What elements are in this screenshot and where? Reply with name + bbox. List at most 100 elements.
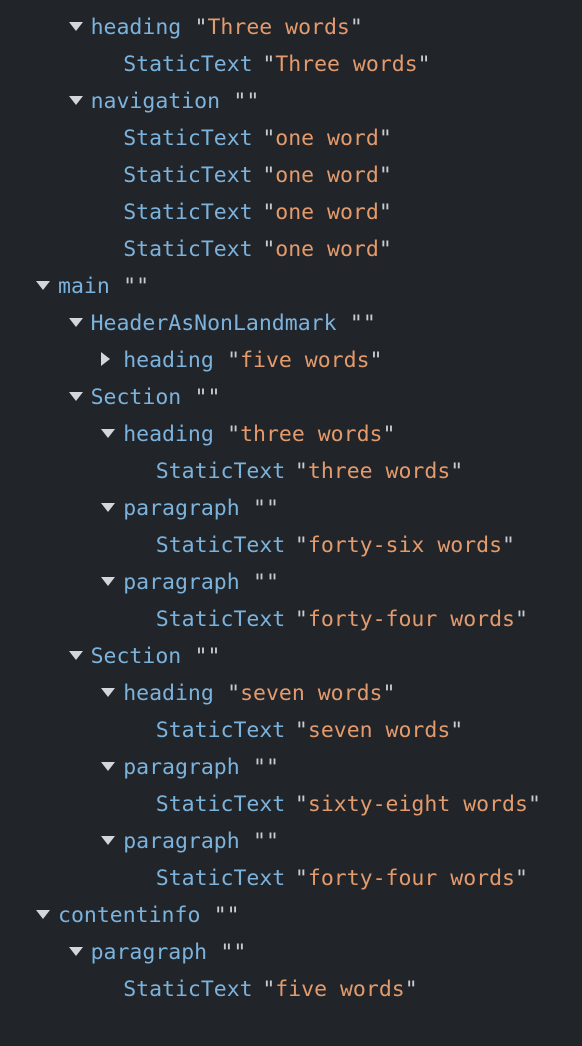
no-disclosure-spacer <box>101 971 123 1008</box>
node-value: Three words <box>207 15 350 40</box>
accessibility-tree[interactable]: banner""heading"Three words"StaticText"T… <box>0 0 582 1008</box>
tree-node[interactable]: StaticText "one word" <box>0 157 582 194</box>
tree-node[interactable]: heading "five words" <box>0 342 582 379</box>
tree-node[interactable]: StaticText "forty-four words" <box>0 601 582 638</box>
triangle-down-icon <box>101 687 116 697</box>
value-close-quote: " <box>514 607 528 632</box>
tree-node[interactable]: main "" <box>0 268 582 305</box>
node-role: StaticText <box>155 866 286 891</box>
value-close-quote: " <box>207 385 221 410</box>
value-open-quote: " <box>262 52 276 77</box>
triangle-down-icon[interactable] <box>36 268 58 305</box>
value-open-quote: " <box>253 496 266 521</box>
no-disclosure-spacer <box>134 712 156 749</box>
tree-node[interactable]: heading "seven words" <box>0 675 582 712</box>
triangle-down-icon <box>101 835 116 845</box>
tree-node[interactable]: StaticText "Three words" <box>0 46 582 83</box>
tree-node[interactable]: heading "three words" <box>0 416 582 453</box>
triangle-down-icon[interactable] <box>101 749 123 786</box>
no-disclosure-spacer <box>101 46 123 83</box>
tree-node[interactable]: heading "Three words" <box>0 9 582 46</box>
node-role: StaticText <box>123 977 253 1002</box>
tree-node[interactable]: StaticText "sixty-eight words" <box>0 786 582 823</box>
value-open-quote: " <box>294 866 308 891</box>
triangle-down-icon[interactable] <box>68 379 91 416</box>
node-value: one word <box>275 163 379 188</box>
node-role: StaticText <box>155 459 286 484</box>
triangle-down-icon[interactable] <box>36 897 58 934</box>
node-role: StaticText <box>123 237 253 262</box>
triangle-down-icon[interactable] <box>68 83 91 120</box>
triangle-down-icon[interactable] <box>68 305 91 342</box>
node-value: seven words <box>240 681 383 706</box>
node-role: HeaderAsNonLandmark <box>90 311 337 336</box>
triangle-down-icon <box>68 95 83 105</box>
node-value: one word <box>275 126 379 151</box>
tree-node[interactable]: StaticText "one word" <box>0 120 582 157</box>
triangle-down-icon[interactable] <box>36 0 58 9</box>
node-role: heading <box>90 15 182 40</box>
tree-node[interactable]: StaticText "one word" <box>0 231 582 268</box>
no-disclosure-spacer <box>134 527 156 564</box>
tree-node[interactable]: banner "" <box>0 0 582 9</box>
value-close-quote: " <box>382 681 396 706</box>
triangle-down-icon <box>36 280 50 290</box>
triangle-down-icon[interactable] <box>101 675 123 712</box>
value-open-quote: " <box>233 89 247 114</box>
triangle-down-icon[interactable] <box>68 638 91 675</box>
node-value: forty-four words <box>307 866 515 891</box>
tree-node[interactable]: HeaderAsNonLandmark "" <box>0 305 582 342</box>
tree-node[interactable]: Section "" <box>0 638 582 675</box>
node-role: contentinfo <box>58 903 201 928</box>
value-close-quote: " <box>226 903 240 928</box>
node-value: forty-six words <box>307 533 503 558</box>
node-role: paragraph <box>123 829 240 854</box>
tree-node[interactable]: StaticText "forty-six words" <box>0 527 582 564</box>
triangle-down-icon[interactable] <box>101 416 123 453</box>
value-open-quote: " <box>253 829 266 854</box>
triangle-down-icon[interactable] <box>68 934 91 971</box>
value-close-quote: " <box>514 866 528 891</box>
triangle-right-icon[interactable] <box>101 342 123 379</box>
triangle-down-icon <box>68 21 83 31</box>
value-open-quote: " <box>294 718 308 743</box>
triangle-down-icon <box>68 391 83 401</box>
tree-node[interactable]: StaticText "seven words" <box>0 712 582 749</box>
triangle-down-icon <box>68 946 83 956</box>
value-open-quote: " <box>253 570 266 595</box>
tree-node[interactable]: paragraph "" <box>0 749 582 786</box>
node-role: paragraph <box>90 940 208 965</box>
tree-node[interactable]: Section "" <box>0 379 582 416</box>
node-value: sixty-eight words <box>307 792 528 817</box>
node-role: StaticText <box>155 718 286 743</box>
tree-node[interactable]: paragraph "" <box>0 564 582 601</box>
tree-node[interactable]: navigation "" <box>0 83 582 120</box>
value-close-quote: " <box>265 496 279 521</box>
triangle-down-icon[interactable] <box>68 9 91 46</box>
value-close-quote: " <box>265 829 279 854</box>
tree-node[interactable]: paragraph "" <box>0 934 582 971</box>
triangle-down-icon[interactable] <box>101 823 123 860</box>
value-close-quote: " <box>527 792 541 817</box>
node-role: heading <box>123 681 214 706</box>
value-close-quote: " <box>378 163 392 188</box>
node-role: StaticText <box>123 52 253 77</box>
node-role: StaticText <box>123 163 253 188</box>
tree-node[interactable]: StaticText "three words" <box>0 453 582 490</box>
tree-node[interactable]: paragraph "" <box>0 490 582 527</box>
node-value: forty-four words <box>307 607 515 632</box>
value-open-quote: " <box>227 681 241 706</box>
tree-node[interactable]: paragraph "" <box>0 823 582 860</box>
triangle-down-icon[interactable] <box>101 564 123 601</box>
value-close-quote: " <box>349 15 363 40</box>
triangle-down-icon <box>101 502 116 512</box>
triangle-down-icon[interactable] <box>101 490 123 527</box>
tree-node[interactable]: contentinfo "" <box>0 897 582 934</box>
node-value: three words <box>240 422 383 447</box>
tree-node[interactable]: StaticText "five words" <box>0 971 582 1008</box>
value-open-quote: " <box>149 0 162 3</box>
value-open-quote: " <box>294 533 308 558</box>
value-close-quote: " <box>378 237 392 262</box>
tree-node[interactable]: StaticText "one word" <box>0 194 582 231</box>
tree-node[interactable]: StaticText "forty-four words" <box>0 860 582 897</box>
